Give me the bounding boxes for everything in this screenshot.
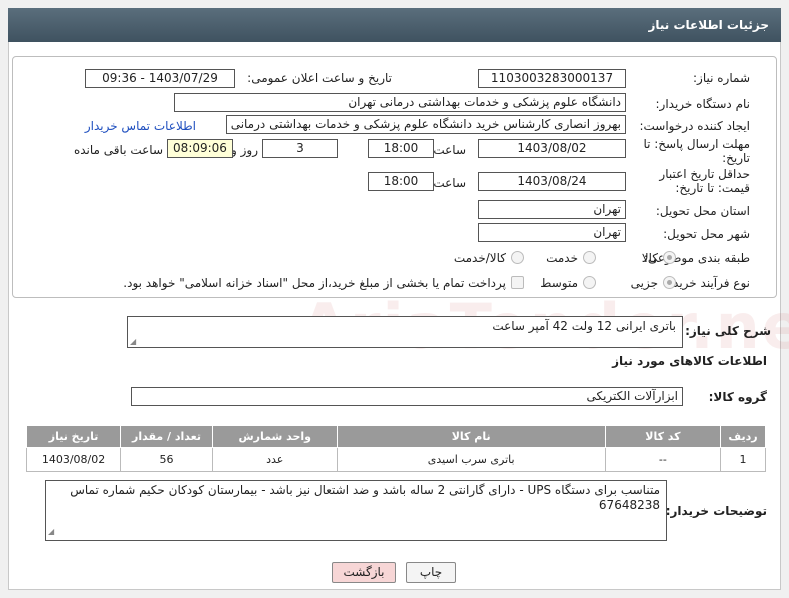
summary-text: باتری ایرانی 12 ولت 42 آمپر ساعت [492,319,676,333]
category-both-radio[interactable] [511,251,524,264]
remaining-time-label: ساعت باقی مانده [73,143,163,157]
reply-time-field: 18:00 [368,139,434,158]
purchase-medium-label: متوسط [540,276,578,290]
cell-quantity: 56 [120,447,213,472]
buyer-contact-link[interactable]: اطلاعات تماس خریدار [85,119,196,133]
cell-need-date: 1403/08/02 [25,447,122,472]
goods-table: ردیف کد کالا نام کالا واحد شمارش تعداد /… [25,425,766,472]
col-unit: واحد شمارش [211,425,338,448]
goods-group-label: گروه کالا: [708,390,767,404]
category-goods-label: کالا [641,251,658,265]
col-row-number: ردیف [720,425,766,448]
resize-grip-icon[interactable]: ◢ [48,524,54,539]
cell-unit: عدد [211,447,338,472]
need-number-field: 1103003283000137 [478,69,626,88]
buyer-org-field: دانشگاه علوم پزشکی و خدمات بهداشتی درمان… [174,93,626,112]
announce-field: 1403/07/29 - 09:36 [85,69,235,88]
reply-deadline-label: مهلت ارسال پاسخ: تا تاریخ: [643,137,750,165]
need-info-panel: شماره نیاز: 1103003283000137 تاریخ و ساع… [12,56,777,298]
back-button[interactable]: بازگشت [332,562,396,583]
category-both-label: کالا/خدمت [453,251,506,265]
print-button[interactable]: چاپ [406,562,456,583]
reply-time-label: ساعت [433,143,466,157]
province-field: تهران [478,200,626,219]
category-goods-radio[interactable] [663,251,676,264]
validity-time-field: 18:00 [368,172,434,191]
summary-label: شرح کلی نیاز: [685,324,771,338]
buyer-notes-field: متناسب برای دستگاه UPS - دارای گارانتی 2… [45,480,667,541]
buyer-org-label: نام دستگاه خریدار: [655,97,751,111]
purchase-minor-radio[interactable] [663,276,676,289]
need-number-label: شماره نیاز: [693,71,750,85]
category-label: طبقه بندی موضوعی: [643,251,750,265]
buyer-notes-text: متناسب برای دستگاه UPS - دارای گارانتی 2… [70,483,660,512]
purchase-minor-label: جزیی [630,276,658,290]
col-goods-code: کد کالا [604,425,722,448]
validity-time-label: ساعت [433,176,466,190]
treasury-payment-checkbox[interactable] [511,276,524,289]
category-service-radio[interactable] [583,251,596,264]
announce-label: تاریخ و ساعت اعلان عمومی: [247,71,392,85]
page-title: جزئیات اطلاعات نیاز [8,8,781,42]
buyer-notes-label: توضیحات خریدار: [665,504,767,518]
days-field: 3 [262,139,338,158]
validity-date-field: 1403/08/24 [478,172,626,191]
validity-label: حداقل تاریخ اعتبار قیمت: تا تاریخ: [659,167,750,195]
table-row: 1 -- باتری سرب اسیدی عدد 56 1403/08/02 [25,447,766,472]
resize-grip-icon[interactable]: ◢ [130,337,136,346]
col-need-date: تاریخ نیاز [25,425,122,448]
cell-goods-code: -- [604,447,722,472]
city-field: تهران [478,223,626,242]
days-label: روز و [231,143,258,157]
remaining-time-field: 08:09:06 [167,139,233,158]
reply-date-field: 1403/08/02 [478,139,626,158]
goods-info-title: اطلاعات کالاهای مورد نیاز [612,354,767,368]
creator-label: ایجاد کننده درخواست: [639,119,750,133]
category-service-label: خدمت [546,251,578,265]
city-label: شهر محل تحویل: [663,227,750,241]
col-goods-name: نام کالا [336,425,606,448]
treasury-payment-note: پرداخت تمام یا بخشی از مبلغ خرید،از محل … [123,276,506,290]
goods-group-field: ابزارآلات الکتریکی [131,387,683,406]
purchase-type-label: نوع فرآیند خرید : [665,276,750,290]
cell-row-number: 1 [720,447,766,472]
purchase-medium-radio[interactable] [583,276,596,289]
creator-field: بهروز انصاری کارشناس خرید دانشگاه علوم پ… [226,115,626,134]
col-quantity: تعداد / مقدار [120,425,213,448]
summary-field: باتری ایرانی 12 ولت 42 آمپر ساعت ◢ [127,316,683,348]
goods-table-header: ردیف کد کالا نام کالا واحد شمارش تعداد /… [25,425,766,448]
cell-goods-name: باتری سرب اسیدی [336,447,606,472]
province-label: استان محل تحویل: [655,204,750,218]
